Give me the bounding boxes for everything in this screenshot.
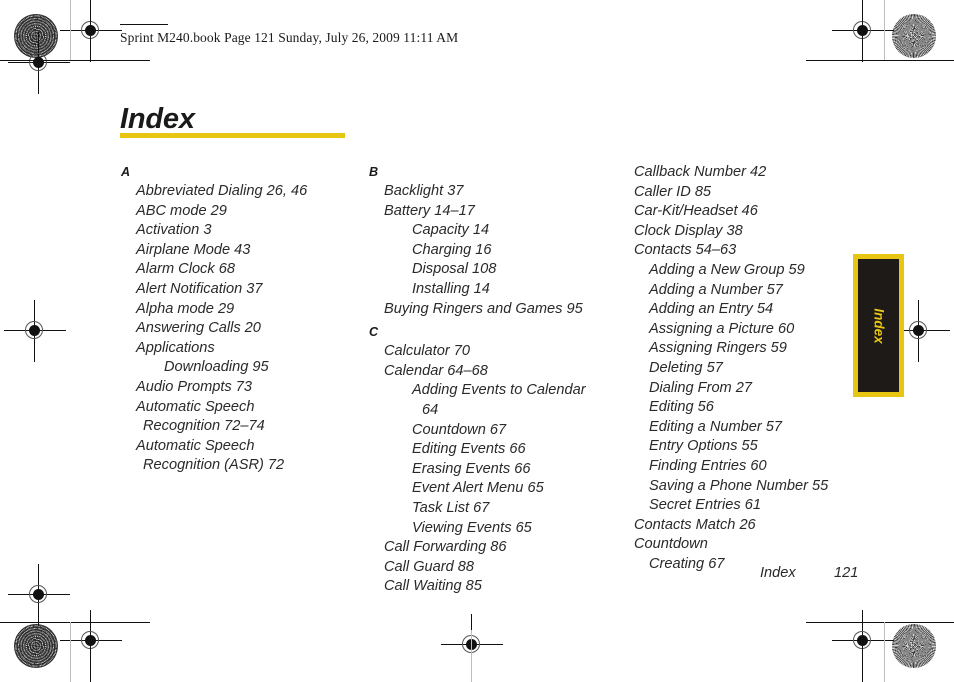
index-letter-heading: A [121,165,131,179]
index-entry: Capacity 14 [412,222,490,239]
index-entry: Alpha mode 29 [136,300,235,317]
index-entry: Adding a Number 57 [649,281,783,298]
page-guide-right [884,0,885,60]
index-entry: Assigning a Picture 60 [649,320,795,337]
index-entry: Automatic Speech [136,398,255,415]
registration-mark-top-left [60,0,122,62]
page-guide-left-bottom [70,622,71,682]
footer-page-number: 121 [834,565,859,581]
index-entry: Task List 67 [412,499,490,516]
index-entry: Buying Ringers and Games 95 [384,300,583,317]
side-thumb-tab: Index [853,254,904,397]
screen-patch-top-left [14,14,58,58]
index-entry: Viewing Events 65 [412,519,532,536]
screen-patch-top-right [892,14,936,58]
index-column-1: A Abbreviated Dialing 26, 46 ABC mode 29 Ac… [121,163,346,476]
crop-line-left-top [90,0,92,42]
crop-line-right-top [862,0,864,42]
index-entry: Caller ID 85 [634,183,712,200]
index-entry: Calculator 70 [384,343,470,360]
index-entry: Airplane Mode 43 [136,241,251,258]
running-header: Sprint M240.book Page 121 Sunday, July 2… [120,30,459,45]
index-entry: Activation 3 [136,222,212,239]
index-entry: Entry Options 55 [649,438,758,455]
footer-section-label: Index [760,565,796,581]
index-entry: Call Forwarding 86 [384,539,507,556]
registration-mark-top-right [832,0,894,62]
index-entry: Charging 16 [412,241,492,258]
crop-line-right-bottom [862,640,864,682]
crop-line-top-left [0,60,150,62]
registration-mark-right-middle [888,300,950,362]
registration-mark-bottom-left [60,610,122,672]
index-entry: Answering Calls 20 [136,320,261,337]
index-entry: Assigning Ringers 59 [649,340,787,357]
page-title: Index [120,103,195,135]
registration-mark-inner-bottom-left [8,564,70,626]
index-column-3: Callback Number 42 Caller ID 85 Car-Kit/He… [634,163,864,574]
index-entry: Installing 14 [412,280,490,297]
index-entry: Car-Kit/Headset 46 [634,203,758,220]
index-entry: Callback Number 42 [634,164,767,180]
registration-mark-left-middle [4,300,66,362]
index-column-2: B Backlight 37 Battery 14–17 Capacity 14 Cha… [369,163,614,597]
index-entry: Applications [136,339,215,356]
index-entry: Alert Notification 37 [136,280,263,297]
title-underline-rule [120,133,345,138]
index-entry: Dialing From 27 [649,379,753,396]
crop-line-bottom-right [806,622,954,624]
index-entry: Call Waiting 85 [384,578,482,595]
crop-line-left-bottom [90,640,92,682]
crop-line-bottom-left [0,622,150,624]
index-entry: Countdown 67 [412,421,507,438]
screen-patch-bottom-left [14,624,58,668]
index-entry: Finding Entries 60 [649,457,767,474]
page-footer: Index 121 [760,565,858,581]
page-guide-center-bottom [471,630,472,682]
index-entry: Clock Display 38 [634,222,743,239]
page-guide-right-bottom [884,622,885,682]
index-entry: Audio Prompts 73 [136,378,253,395]
registration-mark-bottom-right [832,610,894,672]
index-entry: Disposal 108 [412,261,497,278]
index-entry: Backlight 37 [384,183,464,199]
index-entry: Calendar 64–68 [384,362,488,379]
index-letter-heading: C [369,325,379,340]
index-entry: Erasing Events 66 [412,460,531,477]
index-letter-heading: B [369,165,379,179]
index-entry: Recognition 72–74 [143,418,265,435]
registration-mark-bottom-center [441,614,503,676]
index-entry: Countdown [634,536,708,553]
index-entry: Contacts 54–63 [634,242,737,259]
index-entry: Alarm Clock 68 [136,261,235,278]
index-entry: Adding Events to Calendar [412,382,586,399]
index-entry: Deleting 57 [649,359,723,376]
index-entry: Battery 14–17 [384,202,475,219]
side-thumb-tab-label: Index [871,307,886,344]
index-entry: Editing 56 [649,399,714,416]
index-entry: Editing Events 66 [412,441,526,458]
page-guide-left [70,0,71,60]
index-entry: Automatic Speech [136,437,255,454]
index-entry: Event Alert Menu 65 [412,480,544,497]
index-entry: Call Guard 88 [384,558,475,575]
header-rule [120,24,168,26]
index-entry: 64 [422,401,439,418]
index-entry: Creating 67 [649,555,725,572]
index-entry: Adding an Entry 54 [649,301,774,318]
registration-mark-inner-top-left [8,32,70,94]
screen-patch-bottom-right [892,624,936,668]
crop-line-top-right [806,60,954,62]
index-entry: Downloading 95 [164,359,269,376]
index-entry: Recognition (ASR) 72 [143,457,285,474]
index-entry: Adding a New Group 59 [649,261,805,278]
index-entry: Abbreviated Dialing 26, 46 [136,183,308,199]
index-entry: Secret Entries 61 [649,497,761,514]
index-entry: Contacts Match 26 [634,516,756,533]
index-entry: ABC mode 29 [136,202,227,219]
index-entry: Editing a Number 57 [649,418,783,435]
index-entry: Saving a Phone Number 55 [649,477,829,494]
